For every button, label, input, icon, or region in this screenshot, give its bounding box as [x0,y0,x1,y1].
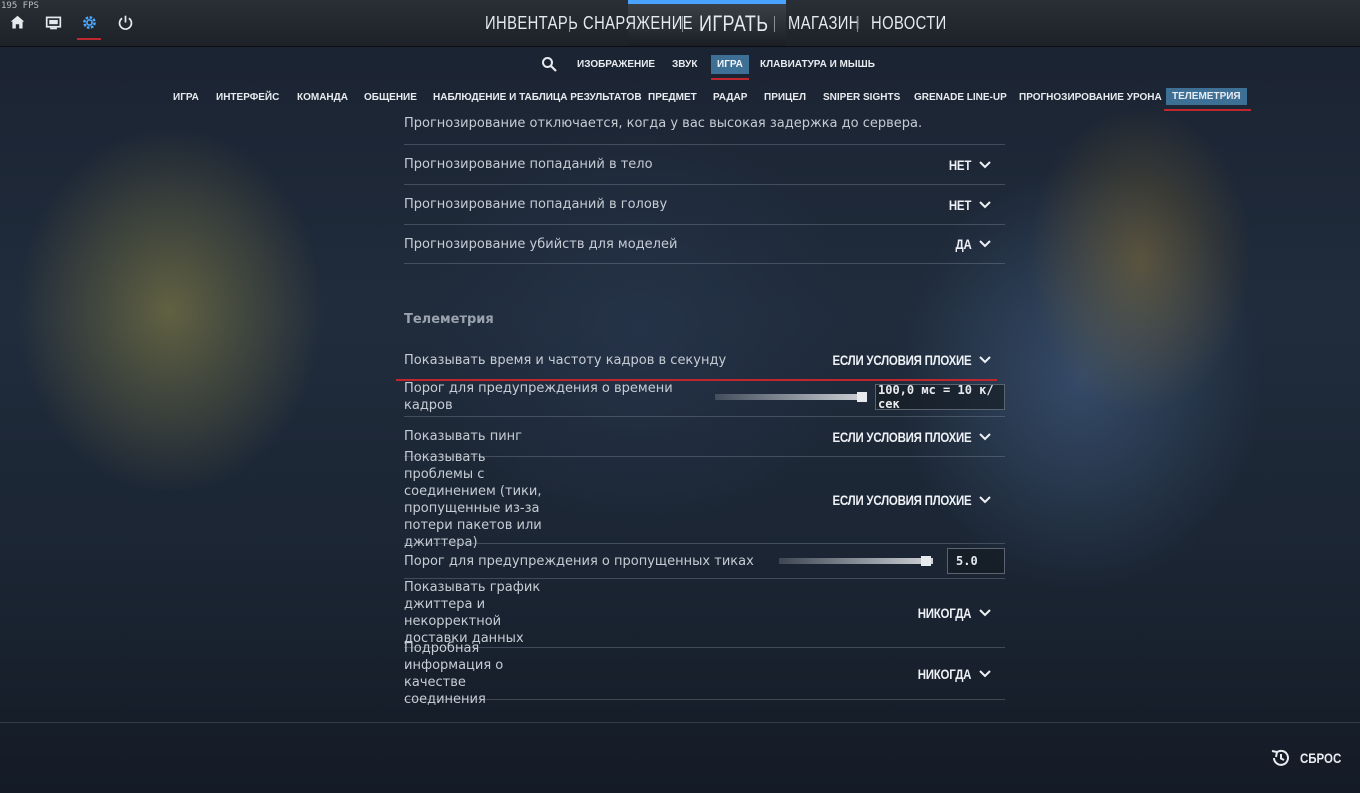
section-title-telemetry: Телеметрия [404,312,494,327]
tab-sniper-sights[interactable]: SNIPER SIGHTS [823,92,900,103]
setting-label: Прогнозирование попаданий в тело [404,157,653,172]
main-nav: ИНВЕНТАРЬ СНАРЯЖЕНИЕ ИГРАТЬ МАГАЗИН НОВО… [0,0,1360,47]
tab-spectating[interactable]: НАБЛЮДЕНИЕ И ТАБЛИЦА РЕЗУЛЬТАТОВ [433,92,642,103]
footer-divider [0,722,1360,723]
chevron-down-icon [979,200,991,208]
frametime-slider[interactable] [715,392,867,402]
tab-video[interactable]: ИЗОБРАЖЕНИЕ [577,59,655,70]
nav-equipment[interactable]: СНАРЯЖЕНИЕ [583,13,693,34]
chevron-down-icon [979,160,991,168]
setting-label: Подробная информация о качестве соединен… [404,640,504,707]
tab-team[interactable]: КОМАНДА [297,92,348,103]
tab-interface[interactable]: ИНТЕРФЕЙС [216,92,279,103]
dropdown[interactable]: НЕТ [944,197,1005,213]
nav-separator [569,16,570,32]
setting-label: Порог для предупреждения о пропущенных т… [404,553,754,569]
settings-subnav: ИЗОБРАЖЕНИЕ ЗВУК ИГРА КЛАВИАТУРА И МЫШЬ [0,52,1360,80]
nav-separator [857,16,858,32]
dropdown[interactable]: ЕСЛИ УСЛОВИЯ ПЛОХИЕ [802,492,1005,508]
dropdown[interactable]: ЕСЛИ УСЛОВИЯ ПЛОХИЕ [802,429,1005,445]
tab-item[interactable]: ПРЕДМЕТ [648,92,697,103]
tab-grenade-lineup[interactable]: GRENADE LINE-UP [914,92,1007,103]
setting-label: Показывать график джиттера и некорректно… [404,580,541,646]
reset-button[interactable]: СБРОС [1270,747,1350,769]
nav-play[interactable]: ИГРАТЬ [699,11,769,37]
tab-audio[interactable]: ЗВУК [672,59,697,70]
setting-label: Порог для предупреждения о времени кадро… [404,381,673,413]
dropdown[interactable]: НИКОГДА [906,605,1005,621]
dropdown[interactable]: ДА [952,236,1005,252]
chevron-down-icon [979,669,991,677]
setting-row-missed-ticks-threshold[interactable]: Порог для предупреждения о пропущенных т… [404,543,1005,578]
tab-game[interactable]: ИГРА [711,55,749,80]
setting-label: Прогнозирование попаданий в голову [404,197,668,212]
frametime-value-input[interactable]: 100,0 мс = 10 к/сек [875,383,1005,411]
nav-separator [682,16,683,32]
setting-label: Показывать проблемы с соединением (тики,… [404,450,542,550]
chevron-down-icon [979,609,991,617]
tab-keyboard-mouse[interactable]: КЛАВИАТУРА И МЫШЬ [760,59,875,70]
setting-row-frametime-threshold[interactable]: Порог для предупреждения о времени кадро… [404,378,1005,416]
tab-game-general[interactable]: ИГРА [173,92,199,103]
chevron-down-icon [979,432,991,440]
nav-store[interactable]: МАГАЗИН [788,13,860,34]
play-highlight-bar [628,0,786,4]
setting-row-kill-prediction[interactable]: Прогнозирование убийств для моделей ДА [404,224,1005,264]
slider-handle[interactable] [921,556,931,566]
nav-separator [774,16,775,32]
setting-row-connection-problems[interactable]: Показывать проблемы с соединением (тики,… [404,450,1005,550]
setting-row-jitter-graph[interactable]: Показывать график джиттера и некорректно… [404,578,1005,647]
nav-inventory[interactable]: ИНВЕНТАРЬ [485,13,578,34]
game-tabs: ИГРА ИНТЕРФЕЙС КОМАНДА ОБЩЕНИЕ НАБЛЮДЕНИ… [0,88,1360,114]
setting-row-head-prediction[interactable]: Прогнозирование попаданий в голову НЕТ [404,184,1005,224]
tab-crosshair[interactable]: ПРИЦЕЛ [764,92,806,103]
chevron-down-icon [979,496,991,504]
dropdown[interactable]: НИКОГДА [906,666,1005,682]
tab-radar[interactable]: РАДАР [713,92,747,103]
reset-history-icon [1271,749,1289,766]
missed-ticks-slider[interactable] [779,556,933,566]
setting-row-connection-details[interactable]: Подробная информация о качестве соединен… [404,641,1005,707]
dropdown[interactable]: ЕСЛИ УСЛОВИЯ ПЛОХИЕ [802,352,1005,368]
nav-news[interactable]: НОВОСТИ [871,13,947,34]
setting-label: Прогнозирование убийств для моделей [404,236,678,252]
setting-row-show-frametime[interactable]: Показывать время и частоту кадров в секу… [396,342,1005,381]
setting-row-body-prediction[interactable]: Прогнозирование попаданий в тело НЕТ [404,144,1005,184]
setting-label: Показывать пинг [404,429,522,444]
prediction-note: Прогнозирование отключается, когда у вас… [404,116,923,131]
slider-handle[interactable] [857,392,867,402]
settings-list: Прогнозирование отключается, когда у вас… [396,112,1005,707]
tab-damage-prediction[interactable]: ПРОГНОЗИРОВАНИЕ УРОНА [1019,92,1162,103]
tab-communication[interactable]: ОБЩЕНИЕ [364,92,417,103]
reset-label: СБРОС [1299,750,1341,766]
chevron-down-icon [979,240,991,248]
chevron-down-icon [979,356,991,364]
setting-label: Показывать время и частоту кадров в секу… [404,352,727,368]
tab-telemetry[interactable]: ТЕЛЕМЕТРИЯ [1164,88,1251,111]
dropdown[interactable]: НЕТ [944,157,1005,173]
missed-ticks-value-input[interactable]: 5.0 [947,548,1005,574]
